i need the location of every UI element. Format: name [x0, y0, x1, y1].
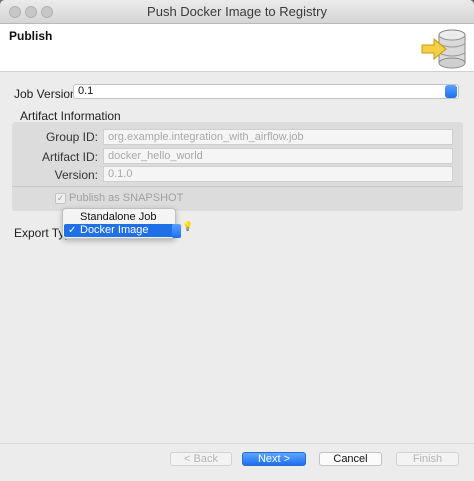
database-export-icon: [421, 29, 466, 69]
cancel-button[interactable]: Cancel: [319, 452, 382, 466]
export-type-stepper-icon[interactable]: [172, 224, 181, 238]
footer-divider: [0, 443, 474, 444]
job-version-label: Job Version: [14, 87, 77, 101]
artifact-section-label: Artifact Information: [20, 109, 121, 123]
title-bar: Push Docker Image to Registry: [0, 0, 474, 24]
group-id-label: Group ID:: [45, 130, 98, 144]
close-window-button[interactable]: [9, 6, 21, 18]
minimize-window-button[interactable]: [25, 6, 37, 18]
menu-item-docker-image-label: Docker Image: [80, 224, 149, 236]
back-button[interactable]: < Back: [170, 452, 232, 466]
window-title: Push Docker Image to Registry: [147, 4, 327, 19]
finish-button[interactable]: Finish: [396, 452, 459, 466]
checkmark-icon: ✓: [68, 225, 77, 236]
version-field[interactable]: 0.1.0: [103, 166, 453, 182]
job-version-value: 0.1: [78, 85, 94, 97]
publish-snapshot-checkbox[interactable]: ✓: [55, 193, 66, 204]
artifact-id-label: Artifact ID:: [41, 150, 98, 164]
group-id-field[interactable]: org.example.integration_with_airflow.job: [103, 129, 453, 145]
lightbulb-icon: 💡: [182, 221, 194, 231]
page-title: Publish: [9, 29, 53, 43]
next-button[interactable]: Next >: [242, 452, 306, 466]
maximize-window-button[interactable]: [41, 6, 53, 18]
version-label: Version:: [54, 168, 98, 182]
select-stepper-icon[interactable]: [445, 85, 457, 98]
export-type-dropdown-menu: Standalone Job ✓ Docker Image: [62, 208, 176, 239]
job-version-select[interactable]: 0.1: [73, 84, 459, 99]
dialog-window: Push Docker Image to Registry Publish Jo…: [0, 0, 474, 481]
menu-item-docker-image[interactable]: ✓ Docker Image: [64, 224, 175, 237]
menu-item-standalone-job[interactable]: Standalone Job: [64, 211, 175, 224]
artifact-id-field[interactable]: docker_hello_world: [103, 148, 453, 164]
publish-snapshot-label: Publish as SNAPSHOT: [69, 192, 184, 204]
artifact-divider: [12, 186, 463, 187]
wizard-header: Publish: [0, 24, 474, 72]
